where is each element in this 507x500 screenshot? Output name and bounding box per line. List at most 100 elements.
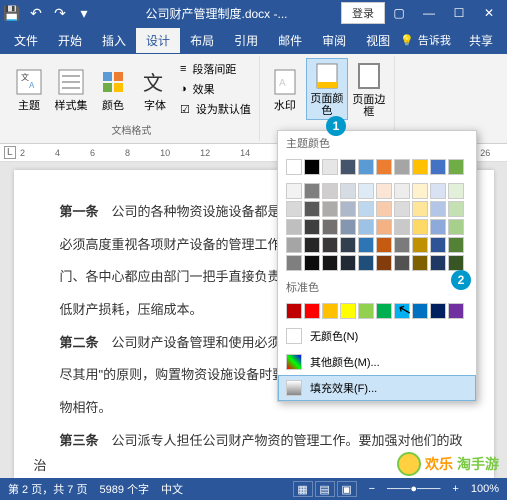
color-swatch[interactable] — [304, 255, 320, 271]
zoom-out-button[interactable]: − — [369, 483, 375, 495]
color-swatch[interactable] — [322, 255, 338, 271]
color-swatch[interactable] — [394, 159, 410, 175]
share-button[interactable]: 共享 — [459, 28, 503, 53]
color-swatch[interactable] — [340, 183, 356, 199]
color-swatch[interactable] — [412, 237, 428, 253]
color-swatch[interactable] — [376, 255, 392, 271]
color-swatch[interactable] — [340, 255, 356, 271]
tab-layout[interactable]: 布局 — [180, 28, 224, 53]
read-mode-button[interactable]: ▦ — [293, 481, 313, 497]
color-swatch[interactable] — [358, 183, 374, 199]
color-swatch[interactable] — [394, 201, 410, 217]
redo-icon[interactable]: ↷ — [52, 5, 68, 21]
color-swatch[interactable] — [430, 303, 446, 319]
tab-view[interactable]: 视图 — [356, 28, 400, 53]
color-swatch[interactable] — [322, 201, 338, 217]
color-swatch[interactable] — [412, 201, 428, 217]
color-swatch[interactable] — [376, 201, 392, 217]
colors-button[interactable]: 颜色 — [92, 58, 134, 120]
color-swatch[interactable] — [286, 255, 302, 271]
color-swatch[interactable] — [286, 183, 302, 199]
color-swatch[interactable] — [394, 237, 410, 253]
stylesets-button[interactable]: 样式集 — [50, 58, 92, 120]
web-layout-button[interactable]: ▣ — [337, 481, 357, 497]
color-swatch[interactable] — [376, 219, 392, 235]
color-swatch[interactable] — [322, 237, 338, 253]
tab-mailings[interactable]: 邮件 — [268, 28, 312, 53]
page-borders-button[interactable]: 页面边框 — [348, 58, 390, 120]
color-swatch[interactable] — [322, 303, 338, 319]
color-swatch[interactable] — [358, 303, 374, 319]
page-color-button[interactable]: 页面颜色 — [306, 58, 348, 120]
close-button[interactable]: ✕ — [475, 3, 503, 23]
no-color-item[interactable]: 无颜色(N) — [278, 323, 476, 349]
themes-button[interactable]: 文A 主题 — [8, 58, 50, 120]
color-swatch[interactable] — [286, 219, 302, 235]
color-swatch[interactable] — [412, 159, 428, 175]
fonts-button[interactable]: 文 字体 — [134, 58, 176, 120]
color-swatch[interactable] — [448, 303, 464, 319]
set-default-button[interactable]: ☑设为默认值 — [180, 100, 251, 118]
color-swatch[interactable] — [394, 183, 410, 199]
qat-dropdown-icon[interactable]: ▾ — [76, 5, 92, 21]
color-swatch[interactable] — [412, 219, 428, 235]
color-swatch[interactable] — [430, 183, 446, 199]
tab-review[interactable]: 审阅 — [312, 28, 356, 53]
color-swatch[interactable] — [340, 303, 356, 319]
color-swatch[interactable] — [448, 201, 464, 217]
color-swatch[interactable] — [412, 183, 428, 199]
color-swatch[interactable] — [286, 201, 302, 217]
color-swatch[interactable] — [304, 237, 320, 253]
login-button[interactable]: 登录 — [341, 2, 385, 24]
color-swatch[interactable] — [340, 219, 356, 235]
fill-effects-item[interactable]: 填充效果(F)... — [278, 375, 476, 401]
more-colors-item[interactable]: 其他颜色(M)... — [278, 349, 476, 375]
color-swatch[interactable] — [448, 159, 464, 175]
color-swatch[interactable] — [394, 255, 410, 271]
minimize-button[interactable]: — — [415, 3, 443, 23]
color-swatch[interactable] — [358, 219, 374, 235]
page-indicator[interactable]: 第 2 页，共 7 页 — [8, 481, 87, 497]
color-swatch[interactable] — [286, 303, 302, 319]
word-count[interactable]: 5989 个字 — [99, 481, 149, 497]
tell-me[interactable]: 💡告诉我 — [400, 32, 451, 48]
watermark-button[interactable]: A 水印 — [264, 58, 306, 120]
color-swatch[interactable] — [376, 237, 392, 253]
tab-design[interactable]: 设计 — [136, 28, 180, 53]
color-swatch[interactable] — [412, 255, 428, 271]
color-swatch[interactable] — [286, 237, 302, 253]
tab-insert[interactable]: 插入 — [92, 28, 136, 53]
color-swatch[interactable] — [448, 183, 464, 199]
color-swatch[interactable] — [358, 159, 374, 175]
effects-button[interactable]: ◑效果 — [180, 80, 251, 98]
undo-icon[interactable]: ↶ — [28, 5, 44, 21]
color-swatch[interactable] — [430, 201, 446, 217]
color-swatch[interactable] — [286, 159, 302, 175]
color-swatch[interactable] — [430, 219, 446, 235]
save-icon[interactable]: 💾 — [4, 5, 20, 21]
color-swatch[interactable] — [394, 219, 410, 235]
color-swatch[interactable] — [304, 219, 320, 235]
color-swatch[interactable] — [376, 183, 392, 199]
color-swatch[interactable] — [358, 201, 374, 217]
color-swatch[interactable] — [322, 219, 338, 235]
tab-file[interactable]: 文件 — [4, 28, 48, 53]
color-swatch[interactable] — [448, 219, 464, 235]
color-swatch[interactable] — [340, 159, 356, 175]
para-spacing-button[interactable]: ≡段落间距 — [180, 60, 251, 78]
color-swatch[interactable] — [358, 255, 374, 271]
color-swatch[interactable] — [430, 159, 446, 175]
color-swatch[interactable] — [376, 159, 392, 175]
color-swatch[interactable] — [430, 255, 446, 271]
language-indicator[interactable]: 中文 — [161, 481, 183, 497]
maximize-button[interactable]: ☐ — [445, 3, 473, 23]
color-swatch[interactable] — [448, 255, 464, 271]
zoom-slider[interactable]: ───●─── — [387, 483, 440, 495]
color-swatch[interactable] — [412, 303, 428, 319]
color-swatch[interactable] — [376, 303, 392, 319]
color-swatch[interactable] — [304, 303, 320, 319]
color-swatch[interactable] — [448, 237, 464, 253]
zoom-in-button[interactable]: + — [452, 483, 458, 495]
color-swatch[interactable] — [322, 183, 338, 199]
ribbon-options-icon[interactable]: ▢ — [385, 3, 413, 23]
